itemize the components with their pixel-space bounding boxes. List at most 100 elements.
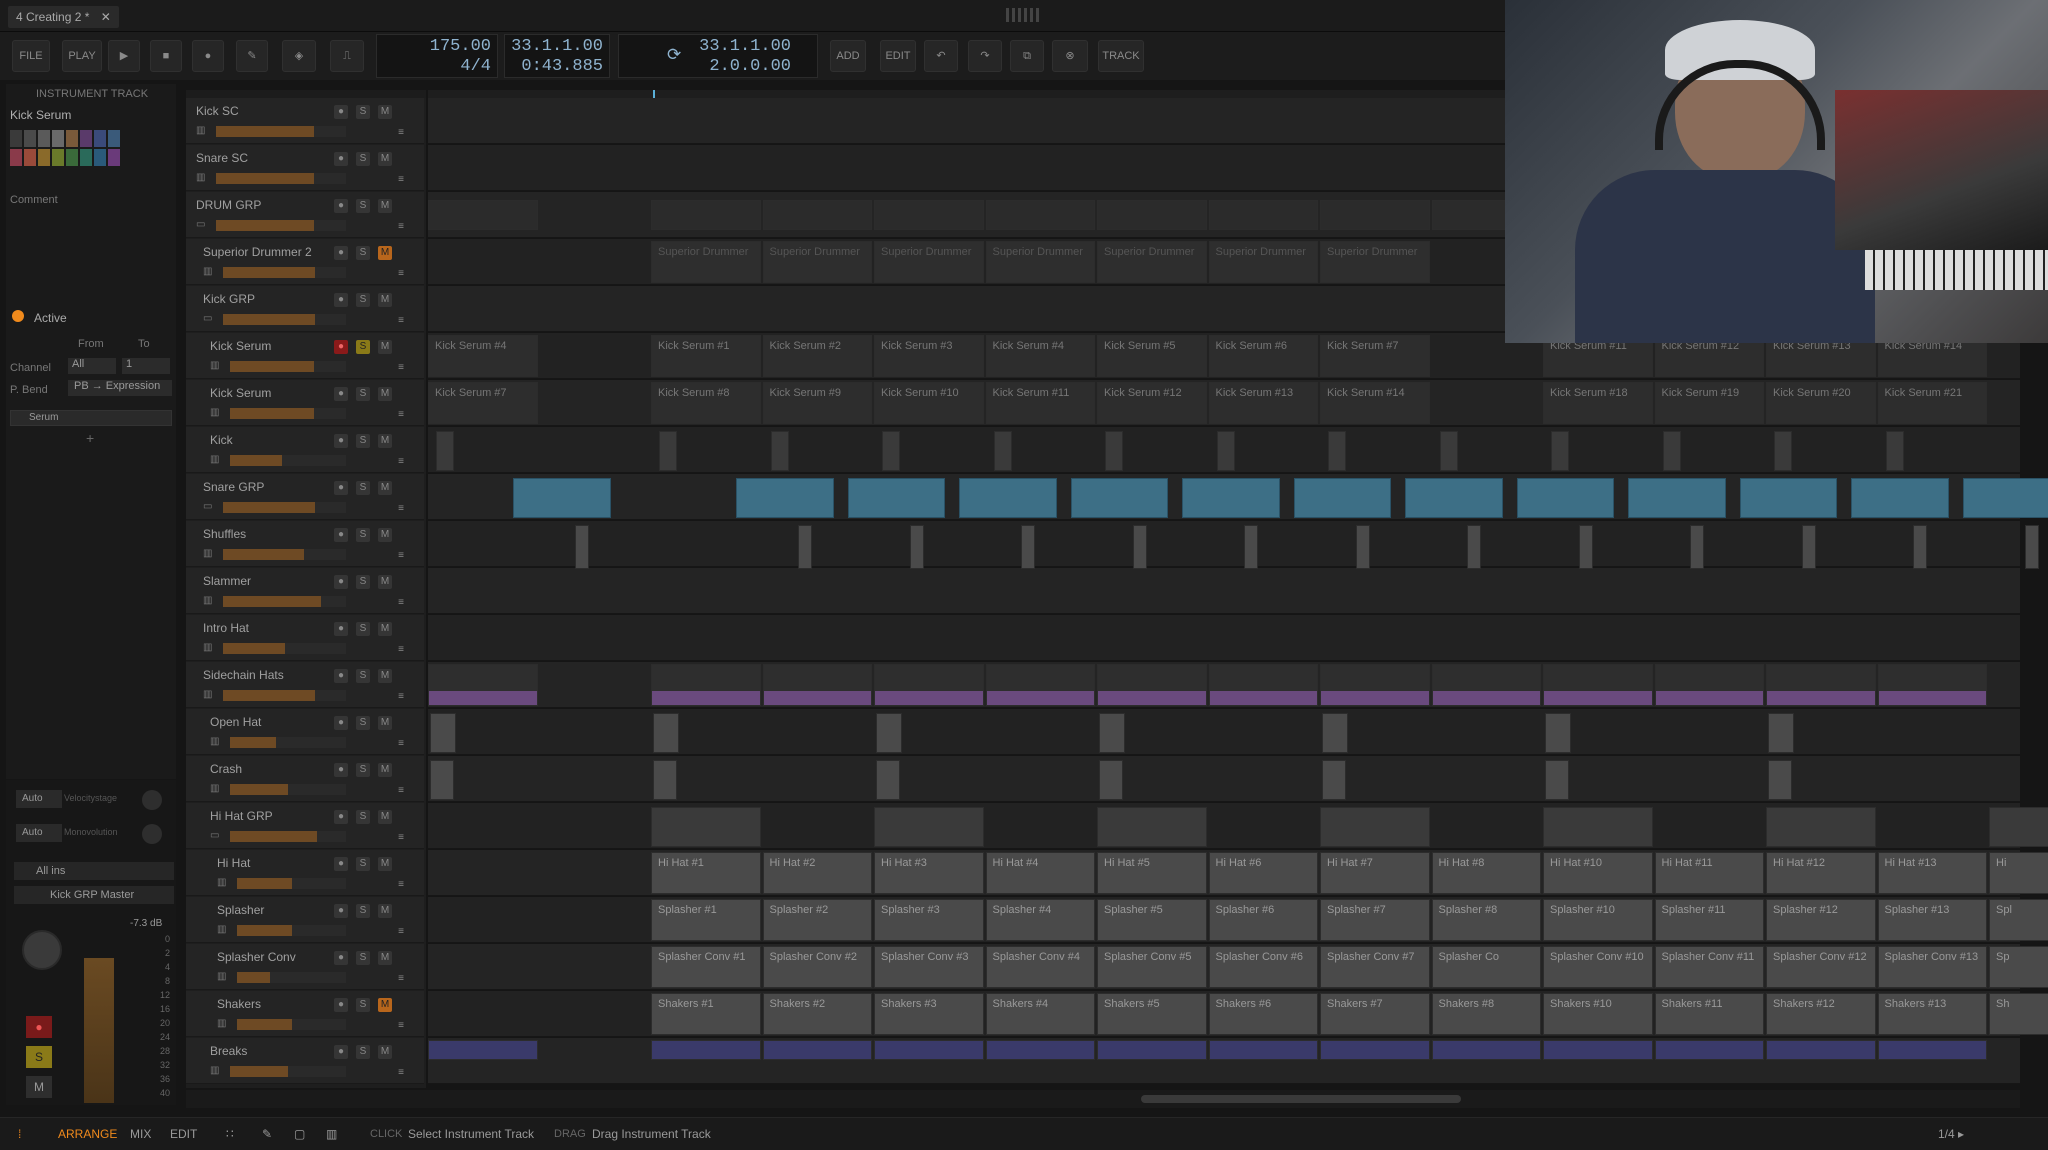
clip[interactable]: Kick Serum #14 [1320, 382, 1430, 424]
clip[interactable]: Splasher Conv #12 [1766, 946, 1876, 988]
clip[interactable]: Kick Serum #1 [651, 335, 761, 377]
clip[interactable]: Kick Serum #11 [985, 382, 1095, 424]
file-button[interactable]: FILE [12, 40, 50, 72]
solo-button[interactable]: S [356, 998, 370, 1012]
track-header[interactable]: Crash ● S M ≡ ▥ [186, 756, 424, 802]
shuffle-note-clip[interactable] [1801, 525, 1816, 569]
track-name[interactable]: Open Hat [210, 715, 261, 729]
shuffle-note-clip[interactable] [2024, 525, 2039, 569]
kick-note-clip[interactable] [659, 431, 677, 471]
track-name[interactable]: Kick GRP [203, 292, 255, 306]
record-arm-button[interactable]: ● [334, 340, 348, 354]
track-header[interactable]: Hi Hat GRP ● S M ≡ ▭ [186, 803, 424, 849]
track-header[interactable]: Shakers ● S M ≡ ▥ [186, 991, 424, 1037]
mute-button[interactable]: M [378, 152, 392, 166]
group-clip[interactable] [985, 200, 1095, 230]
breaks-clip[interactable] [651, 1040, 761, 1060]
knob-icon[interactable] [142, 790, 162, 810]
breaks-clip[interactable] [1766, 1040, 1876, 1060]
open-hat-clip[interactable] [653, 713, 679, 753]
clip[interactable]: Shakers #3 [874, 993, 984, 1035]
color-swatch[interactable] [108, 130, 120, 147]
sidechain-hats-clip[interactable] [1097, 664, 1207, 706]
clip[interactable]: Kick Serum #7 [428, 382, 538, 424]
record-arm-button[interactable]: ● [334, 387, 348, 401]
clip[interactable]: Kick Serum #21 [1877, 382, 1987, 424]
record-arm-button[interactable]: ● [334, 481, 348, 495]
tempo-display[interactable]: 175.00 4/4 [376, 34, 498, 78]
track-name[interactable]: Intro Hat [203, 621, 249, 635]
track-header[interactable]: Kick ● S M ≡ ▥ [186, 427, 424, 473]
clip[interactable]: Kick Serum #12 [1097, 382, 1207, 424]
position-display[interactable]: 33.1.1.00 0:43.885 [504, 34, 610, 78]
mute-button[interactable]: M [378, 387, 392, 401]
clip[interactable]: Splasher Conv #3 [874, 946, 984, 988]
track-header[interactable]: Kick GRP ● S M ≡ ▭ [186, 286, 424, 332]
volume-slider[interactable] [223, 502, 346, 513]
snare-clip[interactable] [1293, 478, 1392, 518]
punch-icon[interactable]: ⎍ [330, 40, 364, 72]
arrange-lane[interactable] [428, 568, 2020, 614]
scroll-thumb[interactable] [1141, 1095, 1461, 1103]
track-name[interactable]: Shuffles [203, 527, 246, 541]
comment-label[interactable]: Comment [10, 194, 58, 206]
track-name[interactable]: Superior Drummer 2 [203, 245, 312, 259]
track-header[interactable]: Sidechain Hats ● S M ≡ ▥ [186, 662, 424, 708]
record-arm-button[interactable]: ● [334, 246, 348, 260]
track-menu-icon[interactable]: ≡ [394, 1019, 408, 1033]
volume-slider[interactable] [237, 925, 346, 936]
record-arm-button[interactable]: ● [334, 1045, 348, 1059]
solo-button[interactable]: S [356, 340, 370, 354]
clip[interactable]: Splasher #13 [1877, 899, 1987, 941]
solo-button[interactable]: S [356, 105, 370, 119]
volume-slider[interactable] [237, 878, 346, 889]
breaks-clip[interactable] [985, 1040, 1095, 1060]
solo-button[interactable]: S [356, 669, 370, 683]
snare-clip[interactable] [1405, 478, 1503, 518]
mute-button[interactable]: M [378, 763, 392, 777]
sidechain-hats-clip[interactable] [1320, 664, 1430, 706]
kick-note-clip[interactable] [770, 431, 789, 471]
sidechain-hats-clip[interactable] [985, 664, 1095, 706]
record-icon[interactable]: ● [192, 40, 224, 72]
clip[interactable]: Superior Drummer [1097, 241, 1207, 283]
mute-button[interactable]: M [378, 481, 392, 495]
track-name[interactable]: Kick Serum [210, 386, 271, 400]
clip[interactable]: Superior Drummer [985, 241, 1095, 283]
record-arm-button[interactable]: ● [334, 810, 348, 824]
volume-slider[interactable] [223, 549, 346, 560]
solo-button[interactable]: S [356, 481, 370, 495]
play-menu-button[interactable]: PLAY [62, 40, 102, 72]
crash-clip[interactable] [430, 760, 454, 800]
breaks-clip[interactable] [1654, 1040, 1764, 1060]
solo-button[interactable]: S [356, 810, 370, 824]
volume-slider[interactable] [223, 314, 346, 325]
clip[interactable]: Hi Hat #8 [1431, 852, 1541, 894]
shuffle-note-clip[interactable] [1132, 525, 1147, 569]
clip[interactable]: Hi Hat #5 [1097, 852, 1207, 894]
track-button[interactable]: TRACK [1098, 40, 1144, 72]
loop-icon[interactable]: ⟳ [667, 45, 681, 66]
snare-clip[interactable] [1516, 478, 1615, 518]
volume-slider[interactable] [223, 596, 346, 607]
clip[interactable]: Superior Drummer [762, 241, 872, 283]
track-menu-icon[interactable]: ≡ [394, 596, 408, 610]
clip[interactable]: Splasher Conv #7 [1320, 946, 1430, 988]
kick-note-clip[interactable] [1551, 431, 1569, 471]
clip[interactable]: Hi Hat #7 [1320, 852, 1430, 894]
track-menu-icon[interactable]: ≡ [394, 972, 408, 986]
crash-clip[interactable] [876, 760, 900, 800]
drag-grip-icon[interactable] [1006, 8, 1040, 22]
arrange-tab[interactable]: ARRANGE [58, 1118, 117, 1150]
shuffle-note-clip[interactable] [909, 525, 924, 569]
track-header[interactable]: Open Hat ● S M ≡ ▥ [186, 709, 424, 755]
solo-button[interactable]: S [356, 293, 370, 307]
hihat-group-clip[interactable] [651, 807, 761, 847]
solo-button[interactable]: S [356, 716, 370, 730]
clip[interactable]: Kick Serum #2 [762, 335, 872, 377]
track-menu-icon[interactable]: ≡ [394, 925, 408, 939]
solo-button[interactable]: S [356, 199, 370, 213]
arrange-lane[interactable] [428, 615, 2020, 661]
track-name[interactable]: Shakers [217, 997, 261, 1011]
record-arm-button[interactable]: ● [334, 199, 348, 213]
